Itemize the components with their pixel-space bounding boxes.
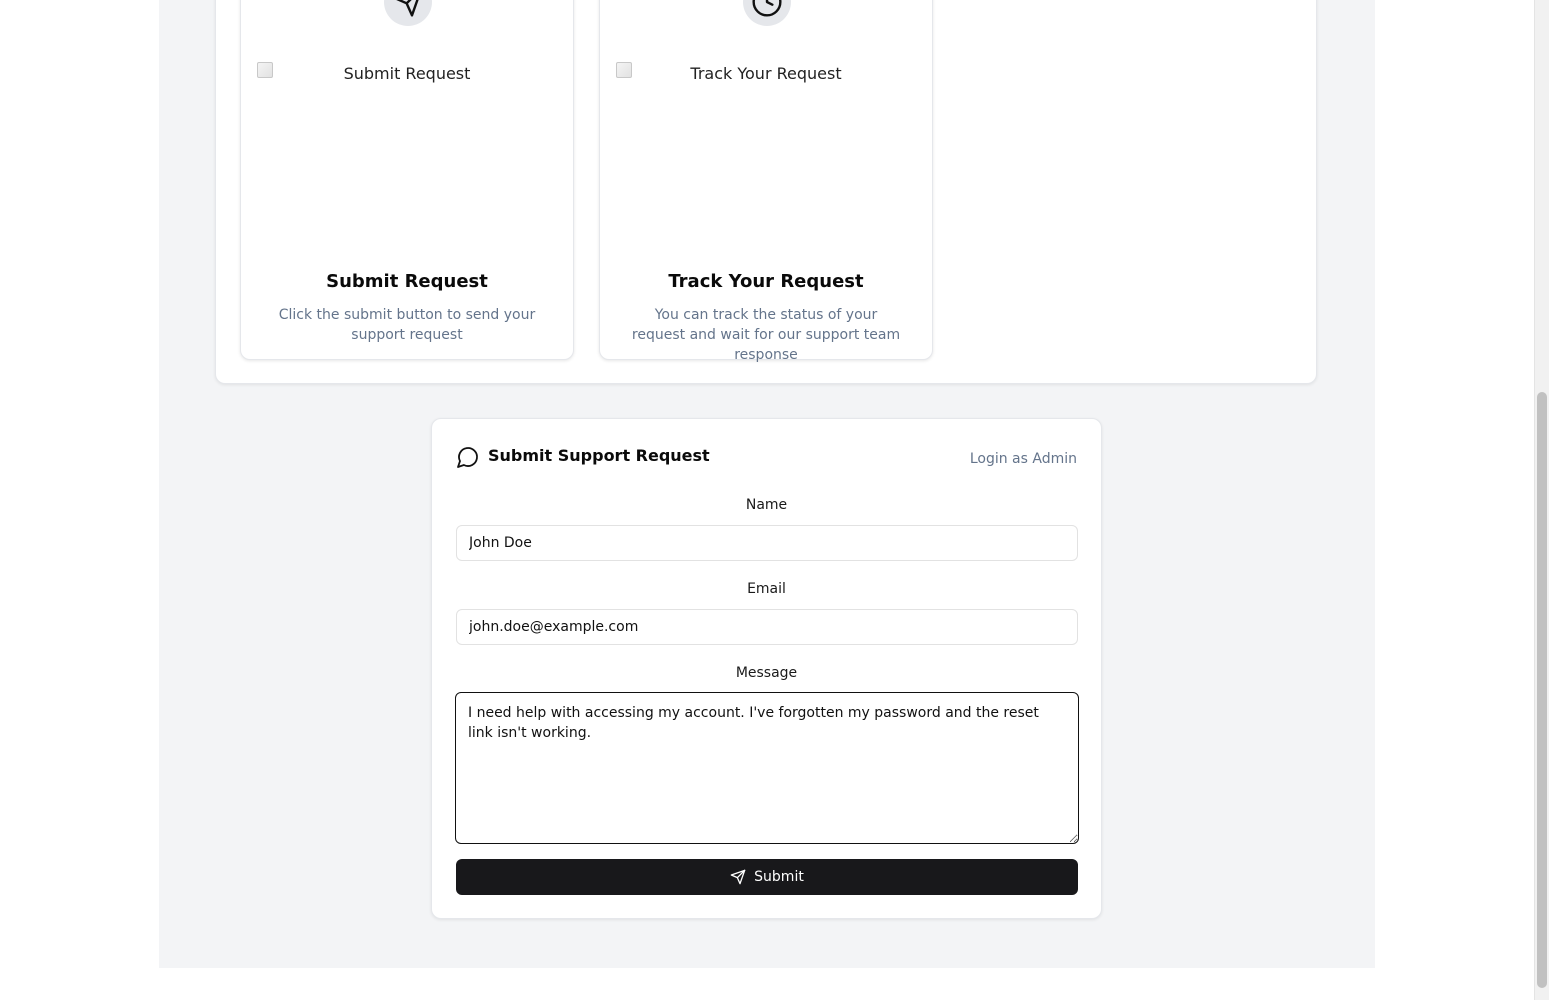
step-image-submit: Submit Request: [257, 62, 557, 242]
step-description: Click the submit button to send your sup…: [278, 307, 536, 343]
steps-card: Submit Request Submit Request Click the …: [215, 0, 1317, 384]
broken-image-icon: [257, 62, 273, 78]
email-input[interactable]: [456, 609, 1078, 645]
broken-image-icon: [616, 62, 632, 78]
submit-button[interactable]: Submit: [456, 859, 1078, 895]
send-icon: [384, 0, 432, 26]
email-label: Email: [747, 581, 786, 597]
send-icon: [730, 869, 746, 885]
support-form-card: Submit Support Request Login as Admin Na…: [431, 418, 1102, 919]
clock-icon: [743, 0, 791, 26]
step-card-track: Track Your Request Track Your Request Yo…: [599, 0, 933, 363]
message-textarea[interactable]: I need help with accessing my account. I…: [455, 692, 1079, 844]
step-description: You can track the status of your request…: [631, 307, 901, 363]
scrollbar-thumb[interactable]: [1537, 392, 1547, 988]
message-label: Message: [735, 665, 798, 681]
step-image-alt: Submit Request: [343, 64, 471, 83]
submit-button-label: Submit: [754, 869, 804, 885]
message-circle-icon: [456, 445, 480, 473]
step-image-track: Track Your Request: [616, 62, 916, 242]
step-title: Track Your Request: [668, 271, 864, 292]
form-title: Submit Support Request: [488, 446, 710, 465]
login-as-admin-link[interactable]: Login as Admin: [970, 451, 1077, 467]
name-label: Name: [745, 497, 788, 513]
step-image-alt: Track Your Request: [690, 64, 842, 83]
page-scrollbar[interactable]: [1534, 0, 1549, 1000]
step-card-submit: Submit Request Submit Request Click the …: [240, 0, 574, 360]
step-title: Submit Request: [326, 271, 488, 292]
name-input[interactable]: [456, 525, 1078, 561]
